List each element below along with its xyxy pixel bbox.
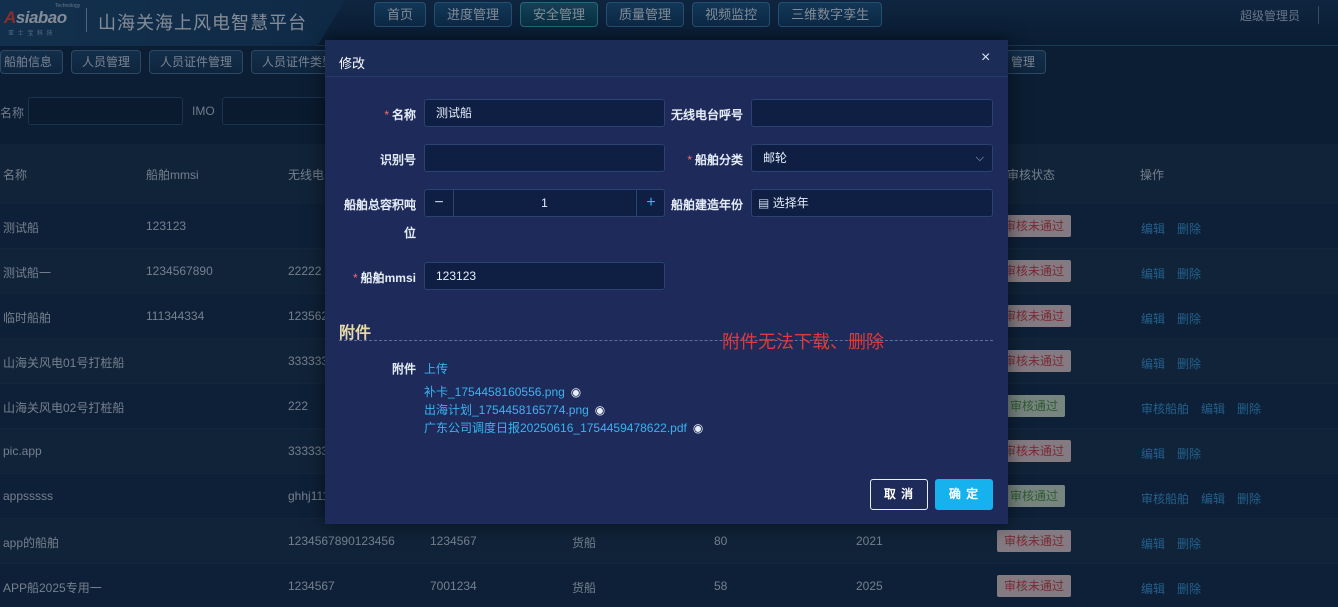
plus-icon[interactable]: + [637,190,665,216]
attachment-file-3[interactable]: 广东公司调度日报20250616_1754459478622.pdf ◉ [424,419,703,436]
tonnage-label: 船舶总容积吨 [343,198,416,212]
mmsi-input[interactable]: 123123 [424,262,665,290]
dialog-header: 修改 × [325,40,1008,77]
required-mark: * [352,271,358,285]
tonnage-stepper[interactable]: − 1 + [424,189,665,217]
attachment-file-2[interactable]: 出海计划_1754458165774.png ◉ [424,401,605,418]
mmsi-label: * 船舶mmsi [333,269,416,286]
calendar-icon: ▤ [758,196,770,210]
eye-icon[interactable]: ◉ [571,385,581,399]
edit-dialog: 修改 × * 名称 测试船 无线电台呼号 识别号 * 船舶分类 邮轮 ⌵ 船舶总容积… [325,40,1008,524]
mmsi-label-text: 船舶mmsi [360,271,416,285]
issue-annotation: 附件无法下载、删除 [722,332,884,352]
id-label: 识别号 [379,153,416,167]
file-name[interactable]: 补卡_1754458160556.png [424,385,565,399]
type-label-text: 船舶分类 [694,153,743,167]
year-label: 船舶建造年份 [670,198,743,212]
eye-icon[interactable]: ◉ [595,403,605,417]
file-name[interactable]: 广东公司调度日报20250616_1754459478622.pdf [424,421,687,435]
section-divider [339,340,993,341]
eye-icon[interactable]: ◉ [693,421,703,435]
type-select-value: 邮轮 [763,151,788,165]
name-label: * 名称 [365,106,416,123]
file-name[interactable]: 出海计划_1754458165774.png [424,403,589,417]
radio-label: 无线电台呼号 [670,108,743,122]
minus-icon[interactable]: − [425,190,453,216]
name-input[interactable]: 测试船 [424,99,665,127]
year-placeholder: 选择年 [772,196,809,210]
confirm-button[interactable]: 确 定 [935,479,993,510]
name-label-text: 名称 [391,108,416,122]
upload-link[interactable]: 上传 [424,360,448,377]
close-icon[interactable]: × [981,50,990,66]
attachment-file-1[interactable]: 补卡_1754458160556.png ◉ [424,383,581,400]
required-mark: * [384,108,389,122]
year-picker[interactable]: ▤ 选择年 [751,189,993,217]
chevron-down-icon: ⌵ [975,152,984,164]
tonnage-value: 1 [541,196,548,210]
id-input[interactable] [424,144,665,172]
dialog-title: 修改 [339,56,366,71]
required-mark: * [687,153,692,167]
type-select[interactable]: 邮轮 ⌵ [751,144,993,172]
attachment-label: 附件 [391,362,416,376]
radio-input[interactable] [751,99,993,127]
type-label: * 船舶分类 [669,151,743,168]
tonnage-label-wrap: 位 [403,226,416,240]
cancel-button[interactable]: 取 消 [870,479,928,510]
